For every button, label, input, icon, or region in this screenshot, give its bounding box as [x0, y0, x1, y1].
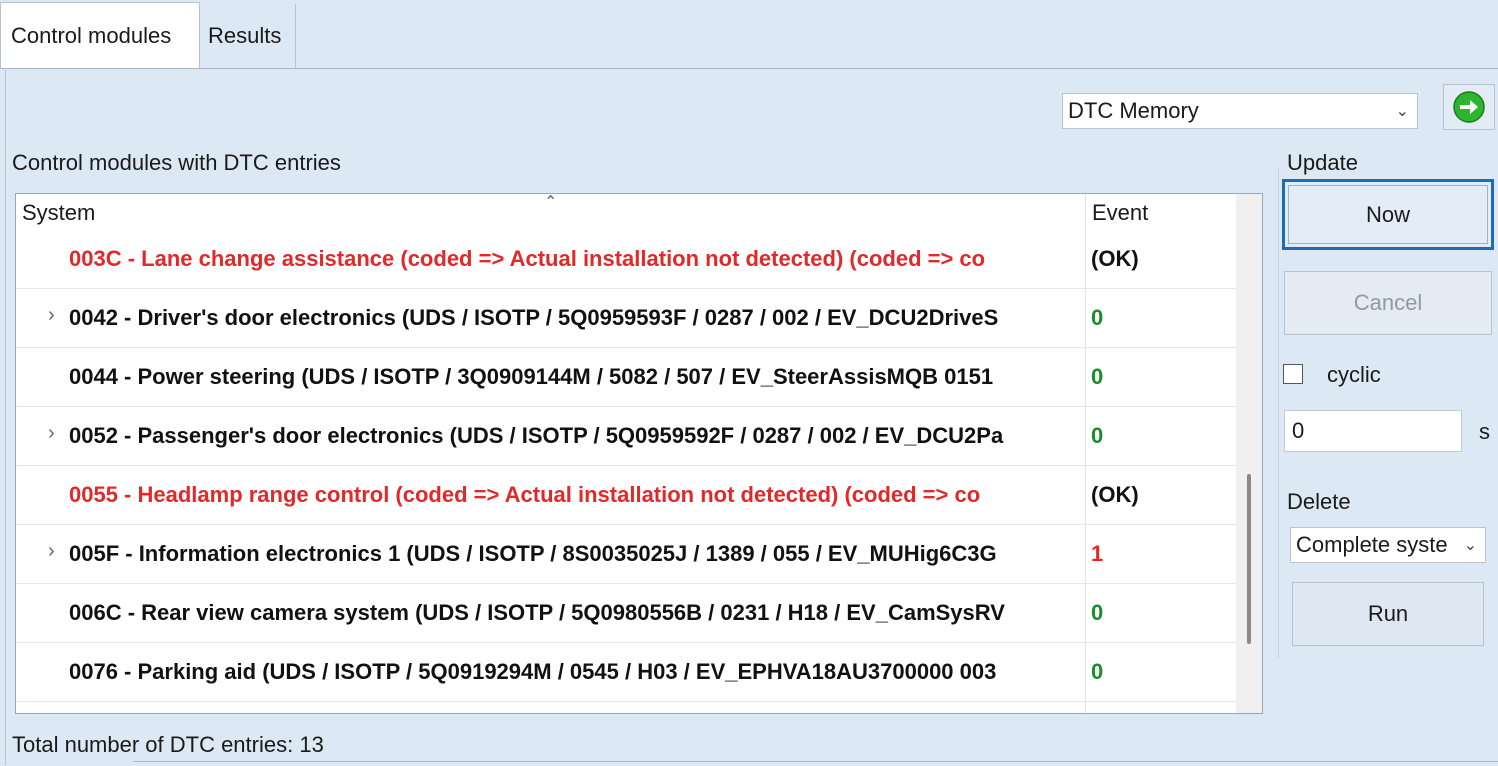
table-header: System ⌃ Event: [16, 194, 1236, 230]
row-system: 006C - Rear view camera system (UDS / IS…: [69, 600, 1005, 625]
go-button[interactable]: [1443, 84, 1495, 130]
cyclic-checkbox[interactable]: [1283, 364, 1303, 384]
sort-ascending-icon: ⌃: [544, 194, 558, 211]
row-event: 1: [1091, 541, 1104, 566]
chevron-right-icon[interactable]: ›: [48, 422, 55, 445]
status-divider: [133, 761, 1498, 766]
mode-select[interactable]: DTC Memory ⌄: [1062, 93, 1418, 129]
table-row[interactable]: › 005F - Information electronics 1 (UDS /…: [16, 525, 1236, 584]
table-row[interactable]: 006C - Rear view camera system (UDS / IS…: [16, 584, 1236, 643]
table-row[interactable]: 0076 - Parking aid (UDS / ISOTP / 5Q0919…: [16, 643, 1236, 702]
row-system: 0044 - Power steering (UDS / ISOTP / 3Q0…: [69, 364, 994, 389]
chevron-right-icon[interactable]: ›: [48, 304, 55, 327]
row-system: 003C - Lane change assistance (coded => …: [69, 246, 986, 271]
total-label: Total number of DTC entries:: [12, 732, 294, 757]
update-now-button[interactable]: Now: [1282, 179, 1494, 250]
vertical-scrollbar[interactable]: [1236, 194, 1262, 713]
row-system: 0076 - Parking aid (UDS / ISOTP / 5Q0919…: [69, 659, 997, 684]
table-row[interactable]: 003C - Lane change assistance (coded => …: [16, 230, 1236, 289]
chevron-down-icon: ⌄: [1395, 103, 1409, 120]
column-header-system[interactable]: System: [22, 200, 95, 226]
row-event: 0: [1091, 364, 1104, 389]
cyclic-label: cyclic: [1327, 362, 1381, 387]
row-event: 0: [1091, 659, 1104, 684]
chevron-down-icon: ⌄: [1463, 537, 1477, 554]
delete-scope-select[interactable]: Complete syste ⌄: [1290, 527, 1486, 563]
row-event: 0: [1091, 305, 1104, 330]
column-header-event[interactable]: Event: [1092, 200, 1148, 226]
table-row[interactable]: › 0042 - Driver's door electronics (UDS /…: [16, 289, 1236, 348]
row-event: 0: [1091, 423, 1104, 448]
delete-scope-value: Complete syste: [1296, 532, 1448, 557]
cancel-button[interactable]: Cancel: [1284, 271, 1492, 335]
row-event: (OK): [1091, 482, 1139, 507]
row-system: 005F - Information electronics 1 (UDS / …: [69, 541, 997, 566]
interval-unit-label: s: [1479, 419, 1490, 444]
tab-results[interactable]: Results: [200, 4, 296, 68]
cyclic-interval-input[interactable]: 0: [1284, 410, 1462, 452]
table-row[interactable]: 0055 - Headlamp range control (coded => …: [16, 466, 1236, 525]
row-system: 0055 - Headlamp range control (coded => …: [69, 482, 981, 507]
modules-section-label: Control modules with DTC entries: [12, 150, 341, 175]
total-value: 13: [299, 732, 324, 757]
run-button[interactable]: Run: [1292, 582, 1484, 646]
update-label: Update: [1287, 150, 1358, 175]
row-event: 0: [1091, 600, 1104, 625]
table-row[interactable]: › 0052 - Passenger's door electronics (UD…: [16, 407, 1236, 466]
table-row[interactable]: 0044 - Power steering (UDS / ISOTP / 3Q0…: [16, 348, 1236, 407]
mode-select-value: DTC Memory: [1068, 98, 1199, 123]
tab-bar: Control modules Results: [0, 0, 1498, 69]
tab-control-modules[interactable]: Control modules: [0, 2, 200, 68]
dtc-module-table: System ⌃ Event 003C - Lane change assist…: [15, 193, 1263, 714]
table-body: 003C - Lane change assistance (coded => …: [16, 230, 1236, 702]
chevron-right-icon[interactable]: ›: [48, 540, 55, 563]
scrollbar-thumb[interactable]: [1247, 474, 1251, 644]
row-event: (OK): [1091, 246, 1139, 271]
focus-ring: [1288, 185, 1488, 244]
delete-label: Delete: [1287, 489, 1351, 514]
green-arrow-right-icon: [1453, 91, 1485, 123]
row-system: 0052 - Passenger's door electronics (UDS…: [69, 423, 1004, 448]
total-dtc-entries: Total number of DTC entries: 13: [12, 732, 324, 758]
row-system: 0042 - Driver's door electronics (UDS / …: [69, 305, 999, 330]
